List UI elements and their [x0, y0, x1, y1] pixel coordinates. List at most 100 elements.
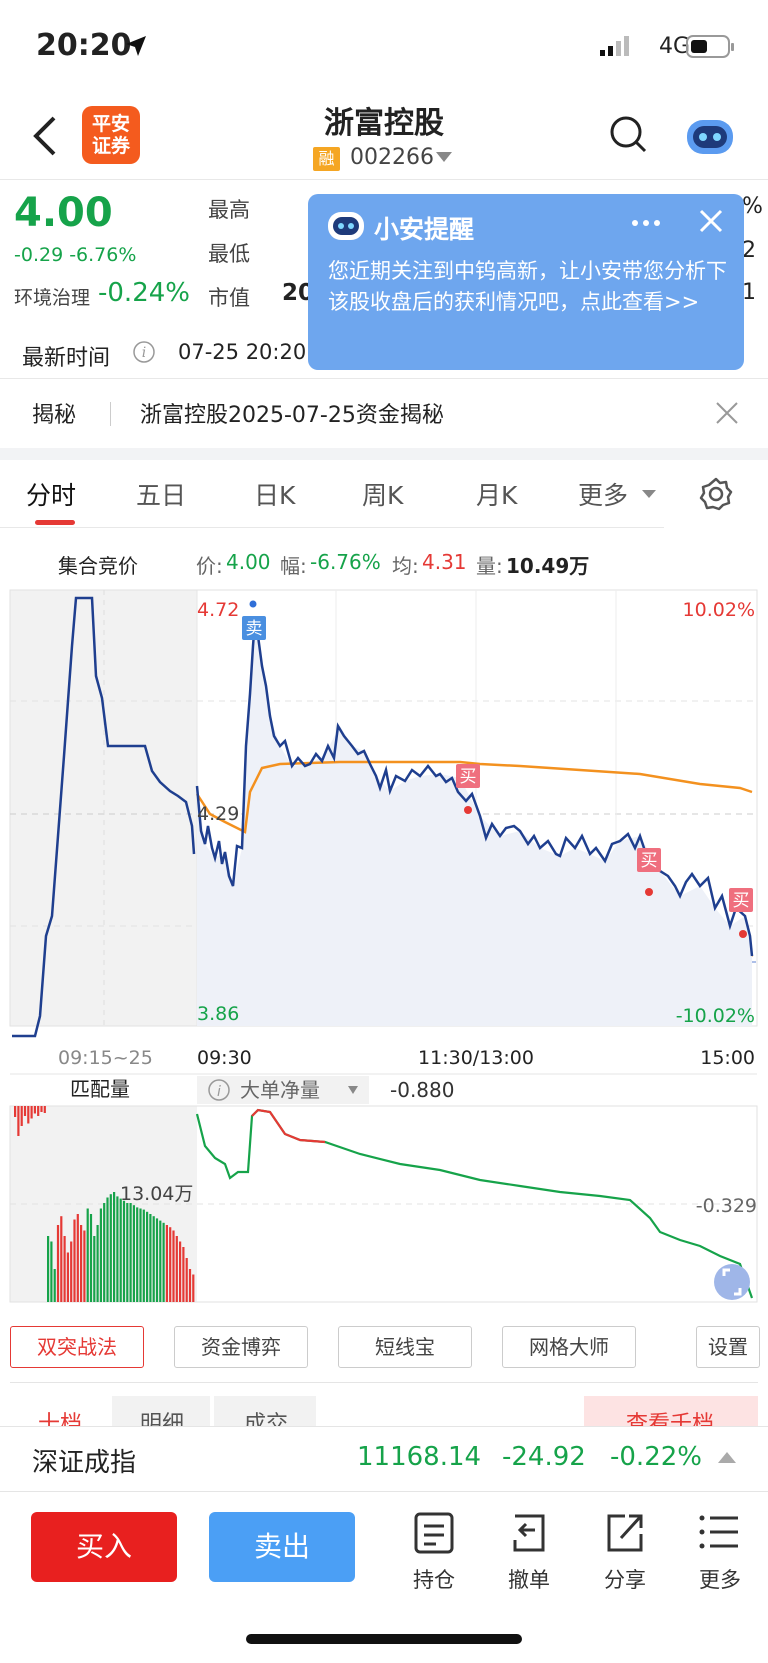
grid-master-button[interactable]: 网格大师 [502, 1326, 636, 1368]
more-menu-icon[interactable] [690, 1510, 750, 1556]
more-dots-icon[interactable] [630, 218, 662, 228]
tab-five-day[interactable]: 五日 [136, 476, 186, 512]
buy-button[interactable]: 买入 [31, 1512, 177, 1582]
label-low: 最低 [208, 242, 250, 266]
volume-bar [185, 1258, 188, 1302]
settings-gear-icon[interactable] [698, 476, 734, 512]
popup-title: 小安提醒 [374, 215, 475, 244]
volume-bar [106, 1197, 109, 1302]
sell-button[interactable]: 卖出 [209, 1512, 355, 1582]
chevron-up-icon[interactable] [718, 1452, 736, 1463]
index-change: -24.92 [502, 1442, 586, 1472]
tab-trades[interactable]: 成交 [244, 1406, 288, 1426]
settings-button[interactable]: 设置 [696, 1326, 760, 1368]
indicator-name[interactable]: 大单净量 [240, 1078, 320, 1102]
sub-right-label: -0.329 [696, 1195, 757, 1217]
sector-name[interactable]: 环境治理 [14, 283, 90, 310]
stock-code[interactable]: 002266 [350, 145, 434, 170]
info-icon-glyph: i [217, 1084, 221, 1100]
buy-dot [739, 930, 747, 938]
chevron-down-icon[interactable] [642, 490, 656, 498]
tab-intraday[interactable]: 分时 [26, 476, 76, 512]
y-high-label: 4.72 [197, 599, 239, 621]
double-breakout-button[interactable]: 双突战法 [10, 1326, 144, 1368]
holdings-label[interactable]: 持仓 [399, 1564, 469, 1594]
volume-bar [129, 1203, 132, 1302]
popup-message[interactable]: 您近期关注到中钨高新，让小安带您分析下该股收盘后的获利情况吧，点此查看>> [328, 256, 728, 318]
sell-marker-label: 卖 [246, 619, 263, 639]
cancel-order-label[interactable]: 撤单 [494, 1564, 564, 1594]
pct-high-label: 10.02% [683, 599, 755, 621]
info-icon[interactable]: i [132, 340, 156, 364]
intraday-chart[interactable]: 卖 买 买 买 4.72 4.29 3.86 10.02% -10.02% 09… [0, 586, 768, 1316]
volume-bar [142, 1209, 145, 1302]
view-thousand-levels[interactable]: 查看千档 [626, 1406, 714, 1426]
volume-bar [93, 1236, 96, 1302]
volume-scale-label: 13.04万 [120, 1183, 193, 1205]
fullscreen-toggle[interactable] [714, 1264, 750, 1300]
volume-bar [175, 1236, 178, 1302]
volume-bar [119, 1198, 122, 1302]
share-label[interactable]: 分享 [590, 1564, 660, 1594]
index-value: 11168.14 [357, 1442, 482, 1472]
volume-bar [80, 1225, 83, 1302]
amplitude-label: 幅: [280, 554, 307, 578]
volume-bar [159, 1220, 162, 1302]
volume-bar [103, 1203, 106, 1302]
buy-marker-label: 买 [733, 891, 750, 911]
volume-bar [30, 1106, 33, 1119]
volume-bar [60, 1216, 63, 1302]
volume-bar [33, 1106, 36, 1114]
net-flow-positive [251, 1108, 326, 1144]
volume-bar [50, 1241, 53, 1302]
tab-ten-levels[interactable]: 十档 [38, 1406, 82, 1426]
chevron-down-icon[interactable] [436, 152, 452, 162]
pct-low-label: -10.02% [676, 1005, 755, 1027]
tab-weekly-k[interactable]: 周K [362, 476, 403, 512]
status-time: 20:20 [36, 28, 132, 63]
tab-monthly-k[interactable]: 月K [476, 476, 517, 512]
fund-game-button[interactable]: 资金博弈 [174, 1326, 308, 1368]
volume-bar [116, 1196, 119, 1302]
home-indicator [246, 1634, 522, 1644]
search-icon[interactable] [608, 114, 648, 154]
cancel-order-icon[interactable] [499, 1510, 559, 1556]
volume-bar [83, 1230, 86, 1302]
y-low-label: 3.86 [197, 1003, 239, 1025]
tab-daily-k[interactable]: 日K [254, 476, 295, 512]
more-label[interactable]: 更多 [685, 1564, 755, 1594]
holdings-icon[interactable] [404, 1510, 464, 1556]
volume-bar [179, 1241, 182, 1302]
tab-more[interactable]: 更多 [578, 476, 628, 512]
updated-time-value: 07-25 20:20 [178, 340, 307, 364]
divider [0, 527, 664, 528]
short-term-button[interactable]: 短线宝 [338, 1326, 472, 1368]
price-change: -0.29 -6.76% [14, 244, 137, 266]
close-icon[interactable] [696, 206, 726, 236]
fund-reveal-link[interactable]: 浙富控股2025-07-25资金揭秘 [140, 397, 444, 429]
label-high: 最高 [208, 198, 250, 222]
volume-bar [20, 1106, 23, 1126]
volume-bar [152, 1216, 155, 1302]
volume-bar [53, 1269, 56, 1302]
share-icon[interactable] [595, 1510, 655, 1556]
volume-label: 量: [476, 554, 503, 578]
volume-bar [27, 1106, 30, 1124]
tab-details[interactable]: 明细 [140, 1406, 184, 1426]
assistant-popup[interactable]: 小安提醒 您近期关注到中钨高新，让小安带您分析下该股收盘后的获利情况吧，点此查看… [308, 194, 744, 370]
volume-bar [63, 1236, 66, 1302]
index-percent: -0.22% [610, 1442, 702, 1472]
close-icon[interactable] [714, 400, 740, 426]
volume-bar [132, 1205, 135, 1302]
volume-bar [96, 1225, 99, 1302]
volume-bar [136, 1207, 139, 1302]
divider [110, 402, 111, 426]
volume-bar [149, 1214, 152, 1302]
average-label: 均: [392, 554, 419, 578]
robot-assistant-icon[interactable] [684, 114, 736, 158]
volume-bar [43, 1106, 46, 1113]
x-label-auction: 09:15~25 [58, 1047, 153, 1069]
x-label-open: 09:30 [197, 1047, 252, 1069]
volume-bar [126, 1203, 129, 1302]
volume-bar [14, 1106, 17, 1117]
